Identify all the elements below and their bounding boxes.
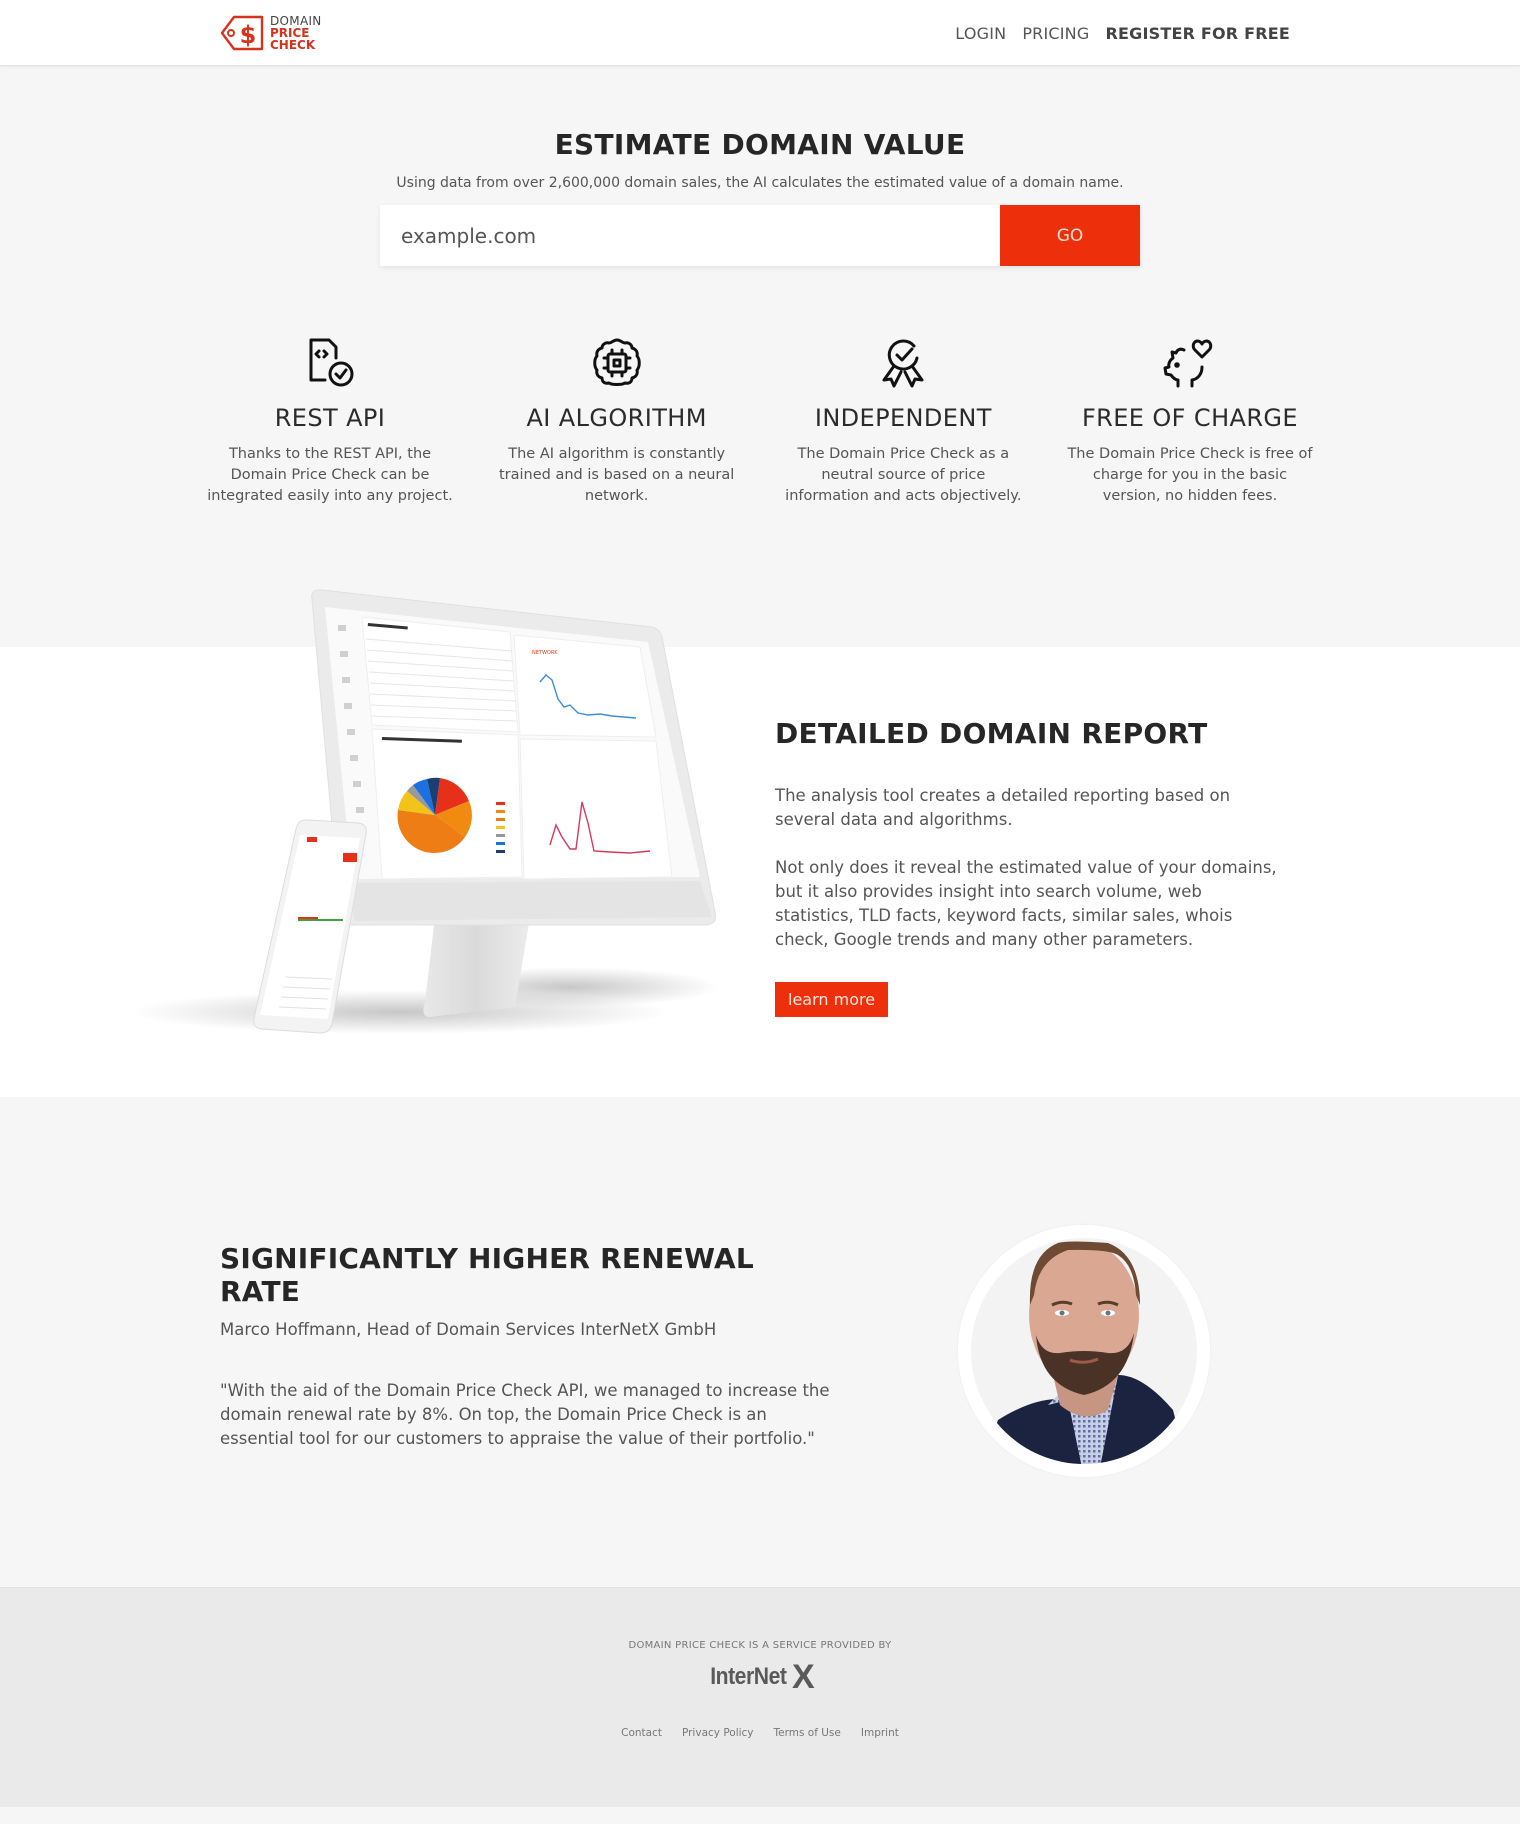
report-title: DETAILED DOMAIN REPORT <box>775 717 1208 750</box>
report-paragraph-2: Not only does it reveal the estimated va… <box>775 858 1277 949</box>
screen-line-chart: NETWORK <box>513 634 657 738</box>
site-header: $ DOMAIN PRICE CHECK LOGIN PRICING REGIS… <box>0 0 1520 66</box>
testimonial-quote: "With the aid of the Domain Price Check … <box>220 1381 830 1448</box>
footer-link-privacy[interactable]: Privacy Policy <box>682 1727 754 1739</box>
screen-price-chart <box>519 738 673 880</box>
logo[interactable]: $ DOMAIN PRICE CHECK <box>220 14 322 52</box>
nav-login[interactable]: LOGIN <box>955 24 1006 43</box>
report-panel: NETWORK DETAILED DOMAIN REPORT The analy… <box>0 589 1520 1097</box>
feature-text: The Domain Price Check is free of charge… <box>1067 446 1313 504</box>
feature-title: REST API <box>274 404 386 432</box>
screen-keyword-table <box>361 616 519 733</box>
feature-independent: INDEPENDENT The Domain Price Check as a … <box>778 336 1028 507</box>
portrait-photo <box>958 1225 1210 1477</box>
feature-free-of-charge: FREE OF CHARGE The Domain Price Check is… <box>1065 336 1315 507</box>
internetx-logo-x: X <box>792 1658 815 1696</box>
main-nav: LOGIN PRICING REGISTER FOR FREE <box>955 24 1290 43</box>
testimonial-author: Marco Hoffmann, Head of Domain Services … <box>220 1320 717 1339</box>
hero-section: ESTIMATE DOMAIN VALUE Using data from ov… <box>0 66 1520 266</box>
feature-text: The AI algorithm is constantly trained a… <box>499 446 735 504</box>
logo-line-check: CHECK <box>270 38 316 52</box>
footer-link-contact[interactable]: Contact <box>621 1727 662 1739</box>
feature-title: AI ALGORITHM <box>526 404 707 432</box>
price-tag-dollar-icon: $ <box>220 15 264 51</box>
footer-link-imprint[interactable]: Imprint <box>861 1727 899 1739</box>
footer-links: Contact Privacy Policy Terms of Use Impr… <box>0 1727 1520 1739</box>
domain-search-input[interactable] <box>380 205 1000 266</box>
svg-text:NETWORK: NETWORK <box>532 650 558 656</box>
monitor-chin <box>352 881 712 921</box>
nav-register[interactable]: REGISTER FOR FREE <box>1105 24 1290 43</box>
award-badge-check-icon <box>882 339 924 388</box>
report-text: DETAILED DOMAIN REPORT The analysis tool… <box>775 717 1285 1017</box>
nav-pricing[interactable]: PRICING <box>1022 24 1089 43</box>
hero-subtitle: Using data from over 2,600,000 domain sa… <box>396 175 1124 191</box>
screen-pie-chart <box>371 728 523 880</box>
learn-more-button[interactable]: learn more <box>775 982 889 1017</box>
author-portrait <box>958 1225 1210 1477</box>
features-row: REST API Thanks to the REST API, the Dom… <box>205 336 1315 507</box>
ai-chip-icon <box>592 338 641 386</box>
feature-title: INDEPENDENT <box>814 404 992 432</box>
report-section: NETWORK DETAILED DOMAIN REPORT The analy… <box>0 589 1520 1097</box>
report-paragraph-1: The analysis tool creates a detailed rep… <box>775 786 1231 829</box>
internetx-logo-text: InterNet <box>710 1663 788 1690</box>
devices-illustration: NETWORK <box>100 587 740 1057</box>
go-button[interactable]: GO <box>1000 205 1140 266</box>
feature-rest-api: REST API Thanks to the REST API, the Dom… <box>205 336 455 507</box>
site-footer: DOMAIN PRICE CHECK IS A SERVICE PROVIDED… <box>0 1587 1520 1807</box>
feature-title: FREE OF CHARGE <box>1081 404 1298 432</box>
piggy-bank-heart-icon <box>1163 339 1213 388</box>
feature-ai-algorithm: AI ALGORITHM The AI algorithm is constan… <box>492 336 742 507</box>
monitor-phone-mockup: NETWORK <box>130 589 720 1034</box>
logo-text: DOMAIN PRICE CHECK <box>270 15 322 51</box>
feature-text: The Domain Price Check as a neutral sour… <box>785 446 1022 504</box>
testimonial-title: SIGNIFICANTLY HIGHER RENEWAL RATE <box>220 1242 754 1308</box>
monitor-stand <box>423 917 530 1017</box>
domain-search-form: GO <box>380 205 1140 266</box>
svg-text:$: $ <box>240 21 257 49</box>
feature-text: Thanks to the REST API, the Domain Price… <box>207 446 453 504</box>
testimonial-text: SIGNIFICANTLY HIGHER RENEWAL RATE Marco … <box>220 1242 840 1451</box>
internetx-logo[interactable]: InterNet X <box>0 1658 1520 1696</box>
footer-link-terms[interactable]: Terms of Use <box>774 1727 841 1739</box>
provided-by-text: DOMAIN PRICE CHECK IS A SERVICE PROVIDED… <box>628 1640 892 1651</box>
hero-title: ESTIMATE DOMAIN VALUE <box>554 128 966 161</box>
testimonial-section: SIGNIFICANTLY HIGHER RENEWAL RATE Marco … <box>0 1097 1520 1587</box>
file-code-check-icon <box>309 338 354 387</box>
